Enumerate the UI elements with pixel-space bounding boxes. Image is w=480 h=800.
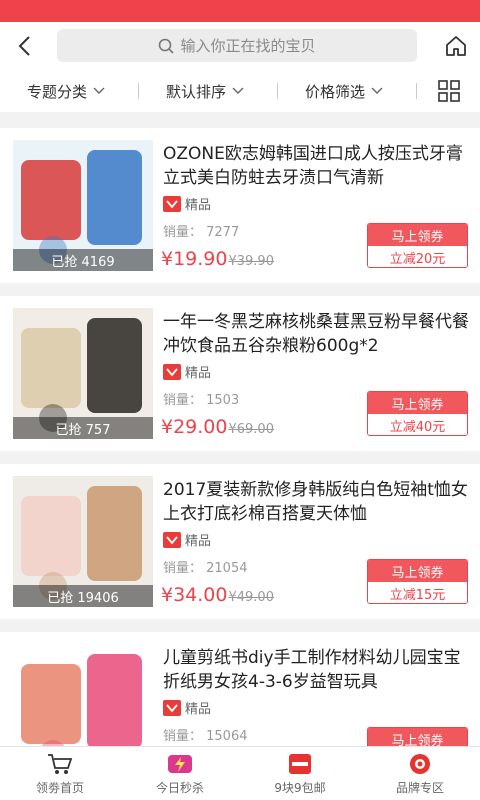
- product-card[interactable]: 已抢 19406 2017夏装新款修身韩版纯白色短袖t恤女上衣打底衫棉百搭夏天体…: [0, 464, 480, 619]
- chevron-down-icon: [93, 87, 105, 94]
- current-price: ¥19.90: [161, 248, 228, 270]
- coupon-value: 立减15元: [368, 582, 467, 603]
- tab-brand-zone[interactable]: 品牌专区: [360, 747, 480, 800]
- coupon-value: 立减20元: [368, 246, 467, 267]
- brand-icon: [406, 752, 434, 776]
- divider: [138, 83, 139, 99]
- header: 输入你正在找的宝贝: [0, 22, 480, 70]
- quality-tag: 精品: [163, 362, 211, 381]
- search-input[interactable]: 输入你正在找的宝贝: [57, 29, 417, 62]
- price-block: ¥19.90 ¥39.90: [161, 248, 274, 270]
- product-title[interactable]: 儿童剪纸书diy手工制作材料幼儿园宝宝折纸男女孩4-3-6岁益智玩具: [163, 646, 471, 694]
- home-button[interactable]: [442, 32, 470, 60]
- sold-count: 已抢 19406: [13, 585, 153, 607]
- flash-sale-icon: [166, 752, 194, 776]
- price-filter-label: 价格筛选: [305, 82, 366, 101]
- get-coupon-button[interactable]: 马上领券: [367, 727, 468, 748]
- coupon-label: 马上领券: [368, 560, 467, 582]
- tag-label: 精品: [185, 702, 212, 717]
- search-icon: [159, 38, 175, 54]
- tmall-icon: [163, 699, 181, 716]
- tab-label: 领劵首页: [35, 780, 84, 795]
- quality-tag: 精品: [163, 194, 211, 213]
- product-title[interactable]: 2017夏装新款修身韩版纯白色短袖t恤女上衣打底衫棉百搭夏天体恤: [163, 478, 471, 526]
- get-coupon-button[interactable]: 马上领券 立减20元: [367, 223, 468, 268]
- tab-free-shipping[interactable]: 9块9包邮: [240, 747, 360, 800]
- sold-count: 已抢 757: [13, 417, 153, 439]
- coupon-label: 马上领券: [368, 392, 467, 414]
- chevron-down-icon: [232, 87, 244, 94]
- category-filter-label: 专题分类: [27, 82, 88, 101]
- product-image[interactable]: 已抢 19406: [13, 476, 153, 607]
- tab-flash-sale[interactable]: 今日秒杀: [120, 747, 240, 800]
- tmall-icon: [163, 531, 181, 548]
- price-block: ¥34.00 ¥49.00: [161, 584, 274, 606]
- product-image[interactable]: 已抢 4169: [13, 140, 153, 271]
- coupon-value: 立减40元: [368, 414, 467, 435]
- current-price: ¥34.00: [161, 584, 228, 606]
- sales-count: 销量： 15064: [163, 729, 248, 744]
- price-filter[interactable]: 价格筛选: [305, 70, 383, 112]
- tab-label: 9块9包邮: [274, 780, 326, 795]
- current-price: ¥29.00: [161, 416, 228, 438]
- quality-tag: 精品: [163, 530, 211, 549]
- tab-coupon-home[interactable]: 领劵首页: [0, 747, 120, 800]
- tab-bar: 领劵首页 今日秒杀 9块9包邮 品牌专区: [0, 746, 480, 800]
- search-placeholder: 输入你正在找的宝贝: [180, 37, 316, 55]
- grid-icon: [438, 80, 460, 102]
- divider: [416, 83, 417, 99]
- divider: [277, 83, 278, 99]
- sales-count: 销量： 21054: [163, 561, 248, 576]
- free-shipping-icon: [286, 752, 314, 776]
- get-coupon-button[interactable]: 马上领券 立减15元: [367, 559, 468, 604]
- get-coupon-button[interactable]: 马上领券 立减40元: [367, 391, 468, 436]
- cart-icon: [46, 752, 74, 776]
- sort-filter[interactable]: 默认排序: [166, 70, 244, 112]
- product-image[interactable]: 已抢 757: [13, 308, 153, 439]
- product-title[interactable]: OZONE欧志姆韩国进口成人按压式牙膏立式美白防蛀去牙渍口气清新: [163, 142, 471, 190]
- sort-filter-label: 默认排序: [166, 82, 227, 101]
- tab-label: 今日秒杀: [155, 780, 204, 795]
- price-block: ¥29.00 ¥69.00: [161, 416, 274, 438]
- product-list: 已抢 4169 OZONE欧志姆韩国进口成人按压式牙膏立式美白防蛀去牙渍口气清新…: [0, 128, 480, 748]
- tmall-icon: [163, 195, 181, 212]
- home-icon: [446, 36, 466, 56]
- original-price: ¥49.00: [228, 590, 274, 605]
- original-price: ¥69.00: [228, 422, 274, 437]
- coupon-label: 马上领券: [368, 224, 467, 246]
- back-button[interactable]: [0, 22, 48, 70]
- product-card[interactable]: 已抢 4169 OZONE欧志姆韩国进口成人按压式牙膏立式美白防蛀去牙渍口气清新…: [0, 128, 480, 283]
- product-card[interactable]: 已抢 757 一年一冬黑芝麻核桃桑葚黑豆粉早餐代餐冲饮食品五谷杂粮粉600g*2…: [0, 296, 480, 451]
- product-image[interactable]: [13, 644, 153, 748]
- product-photo: [21, 654, 142, 748]
- quality-tag: 精品: [163, 698, 211, 717]
- chevron-down-icon: [371, 87, 383, 94]
- tab-label: 品牌专区: [395, 780, 444, 795]
- status-bar: [0, 0, 480, 22]
- category-filter[interactable]: 专题分类: [27, 70, 105, 112]
- grid-view-button[interactable]: [438, 80, 460, 102]
- coupon-label: 马上领券: [368, 728, 467, 748]
- tmall-icon: [163, 363, 181, 380]
- sales-count: 销量： 1503: [163, 393, 240, 408]
- filter-bar: 专题分类 默认排序 价格筛选: [0, 70, 480, 112]
- sold-count: 已抢 4169: [13, 249, 153, 271]
- product-title[interactable]: 一年一冬黑芝麻核桃桑葚黑豆粉早餐代餐冲饮食品五谷杂粮粉600g*2: [163, 310, 471, 358]
- chevron-left-icon: [18, 36, 30, 56]
- product-card[interactable]: 儿童剪纸书diy手工制作材料幼儿园宝宝折纸男女孩4-3-6岁益智玩具 精品 销量…: [0, 632, 480, 748]
- tag-label: 精品: [185, 198, 212, 213]
- original-price: ¥39.90: [228, 254, 274, 269]
- tag-label: 精品: [185, 366, 212, 381]
- tag-label: 精品: [185, 534, 212, 549]
- sales-count: 销量： 7277: [163, 225, 240, 240]
